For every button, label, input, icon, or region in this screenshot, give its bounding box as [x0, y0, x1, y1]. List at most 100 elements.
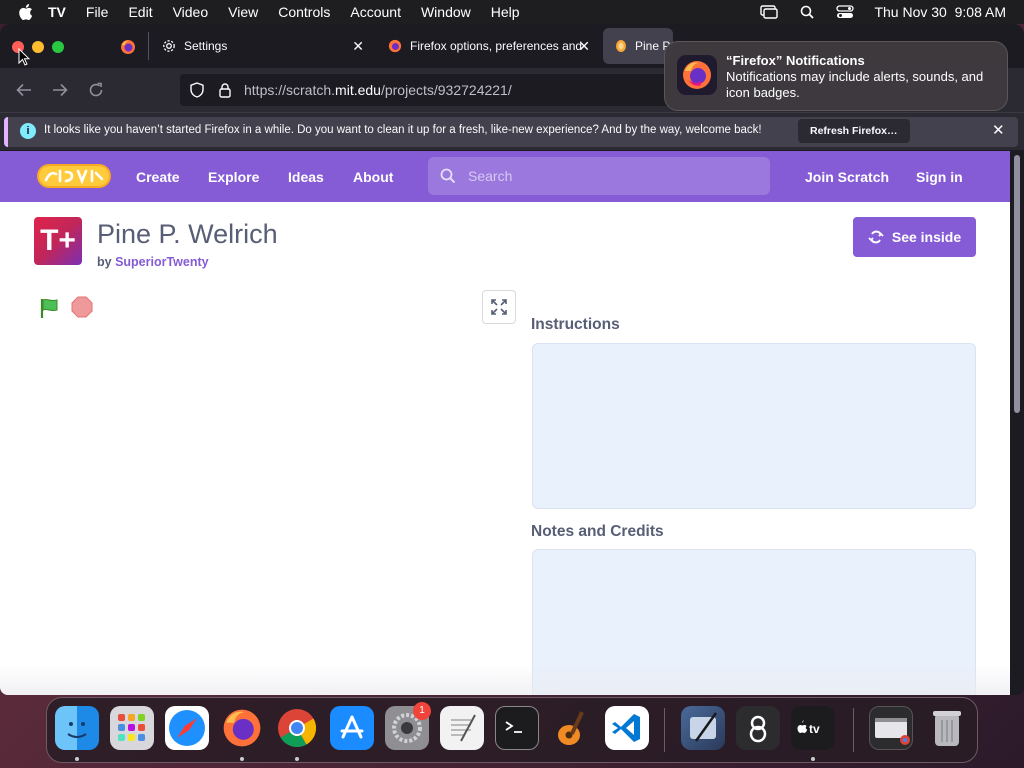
nav-about[interactable]: About — [353, 169, 393, 185]
running-indicator — [240, 757, 244, 761]
project-author-avatar[interactable]: T+ — [34, 217, 82, 265]
forward-icon[interactable] — [50, 80, 70, 100]
garageband-icon[interactable] — [550, 706, 594, 750]
scratch-navbar: Create Explore Ideas About Search Join S… — [0, 151, 1010, 202]
screen-mirroring-icon[interactable] — [760, 5, 779, 19]
author-link[interactable]: SuperiorTwenty — [115, 255, 209, 269]
tab-settings[interactable]: Settings ✕ — [150, 28, 374, 64]
tracking-protection-shield-icon[interactable] — [188, 81, 206, 99]
menu-app-name[interactable]: TV — [48, 4, 66, 20]
firefox-refresh-infobar: i It looks like you haven’t started Fire… — [0, 112, 1024, 150]
pinned-tab-firefox[interactable] — [110, 34, 146, 60]
project-title: Pine P. Welrich — [97, 219, 278, 249]
nav-explore[interactable]: Explore — [208, 169, 259, 185]
tab-close-icon[interactable]: ✕ — [352, 38, 364, 55]
tab-separator — [148, 32, 149, 60]
menu-window[interactable]: Window — [421, 4, 471, 20]
instructions-textarea[interactable] — [532, 343, 976, 509]
nav-ideas[interactable]: Ideas — [288, 169, 324, 185]
app-store-icon[interactable] — [330, 706, 374, 750]
svg-text:tv: tv — [809, 722, 820, 736]
back-icon[interactable] — [14, 80, 34, 100]
menu-file[interactable]: File — [86, 4, 109, 20]
running-indicator — [811, 757, 815, 761]
firefox-icon[interactable] — [220, 706, 264, 750]
tab-firefox-options-label: Firefox options, preferences and — [410, 39, 582, 53]
chrome-window-icon[interactable] — [869, 706, 913, 750]
browser-window: Settings ✕ Firefox options, preferences … — [0, 24, 1024, 695]
chrome-icon[interactable] — [275, 706, 319, 750]
scripteditor-icon[interactable] — [681, 706, 725, 750]
apple-tv-icon[interactable]: tv — [791, 706, 835, 750]
gear-icon — [163, 40, 175, 52]
tab-scratch-project[interactable]: Pine P — [603, 28, 673, 64]
menu-controls[interactable]: Controls — [278, 4, 330, 20]
instructions-heading: Instructions — [531, 316, 620, 333]
finder-icon[interactable] — [55, 706, 99, 750]
notification-body: Notifications may include alerts, sounds… — [726, 69, 984, 100]
menu-video[interactable]: Video — [173, 4, 209, 20]
firefox-icon — [677, 55, 717, 95]
sign-in-link[interactable]: Sign in — [916, 169, 963, 185]
firefox-notification-banner[interactable]: “Firefox” Notifications Notifications ma… — [664, 41, 1008, 111]
join-scratch-link[interactable]: Join Scratch — [805, 169, 889, 185]
lock-icon[interactable] — [218, 82, 232, 98]
project-byline: by SuperiorTwenty — [97, 255, 209, 269]
scrollbar-thumb[interactable] — [1014, 155, 1020, 413]
page-scrollbar[interactable] — [1010, 151, 1024, 695]
menu-edit[interactable]: Edit — [128, 4, 152, 20]
scratch-cat-icon — [616, 40, 626, 52]
notes-credits-heading: Notes and Credits — [531, 523, 664, 540]
running-indicator — [295, 757, 299, 761]
safari-icon[interactable] — [165, 706, 209, 750]
see-inside-label: See inside — [891, 229, 962, 245]
spotlight-search-icon[interactable] — [798, 5, 816, 19]
tab-firefox-options[interactable]: Firefox options, preferences and ✕ — [376, 28, 600, 64]
menu-view[interactable]: View — [228, 4, 258, 20]
mouse-cursor-icon — [18, 48, 30, 66]
launchpad-icon[interactable] — [110, 706, 154, 750]
dock-separator — [664, 708, 665, 752]
minimize-window-button[interactable] — [32, 41, 44, 53]
menu-help[interactable]: Help — [491, 4, 520, 20]
page-bottom-shadow — [0, 665, 1010, 695]
menu-bar: TV File Edit Video View Controls Account… — [0, 0, 1024, 24]
address-bar[interactable]: https://scratch.mit.edu/projects/9327242… — [180, 74, 680, 106]
menu-account[interactable]: Account — [350, 4, 401, 20]
scratch-search-input[interactable]: Search — [428, 157, 770, 195]
notification-badge: 1 — [413, 702, 431, 720]
apple-menu-icon[interactable] — [18, 4, 34, 20]
remix-arrows-icon — [868, 230, 884, 244]
dock-separator — [853, 708, 854, 752]
fullscreen-button[interactable] — [482, 290, 516, 324]
infobar-message: It looks like you haven’t started Firefo… — [44, 124, 762, 136]
fullscreen-icon — [491, 299, 507, 315]
trash-icon[interactable] — [925, 706, 969, 750]
see-inside-button[interactable]: See inside — [853, 217, 976, 257]
terminal-icon[interactable] — [495, 706, 539, 750]
stop-icon[interactable] — [71, 296, 93, 318]
info-icon: i — [20, 123, 36, 139]
scratch-logo[interactable] — [36, 162, 112, 190]
green-flag-icon[interactable] — [38, 296, 62, 320]
gpt-icon[interactable] — [736, 706, 780, 750]
tab-close-icon[interactable]: ✕ — [578, 38, 590, 55]
tab-settings-label: Settings — [184, 39, 228, 53]
vscode-icon[interactable] — [605, 706, 649, 750]
notification-title: “Firefox” Notifications — [726, 53, 865, 68]
scratch-page: Create Explore Ideas About Search Join S… — [0, 151, 1010, 695]
textedit-icon[interactable] — [440, 706, 484, 750]
close-infobar-icon[interactable]: ✕ — [992, 121, 1005, 139]
zoom-window-button[interactable] — [52, 41, 64, 53]
nav-create[interactable]: Create — [136, 169, 180, 185]
control-center-icon[interactable] — [836, 5, 855, 19]
firefox-icon — [121, 40, 135, 54]
firefox-icon — [388, 39, 402, 53]
refresh-firefox-button[interactable]: Refresh Firefox… — [798, 119, 910, 143]
reload-icon[interactable] — [86, 80, 106, 100]
menu-clock[interactable]: Thu Nov 30 9:08 AM — [874, 4, 1006, 20]
dock: 1 tv — [46, 697, 978, 763]
running-indicator — [75, 757, 79, 761]
search-placeholder: Search — [468, 168, 513, 184]
url-text[interactable]: https://scratch.mit.edu/projects/9327242… — [244, 82, 512, 98]
